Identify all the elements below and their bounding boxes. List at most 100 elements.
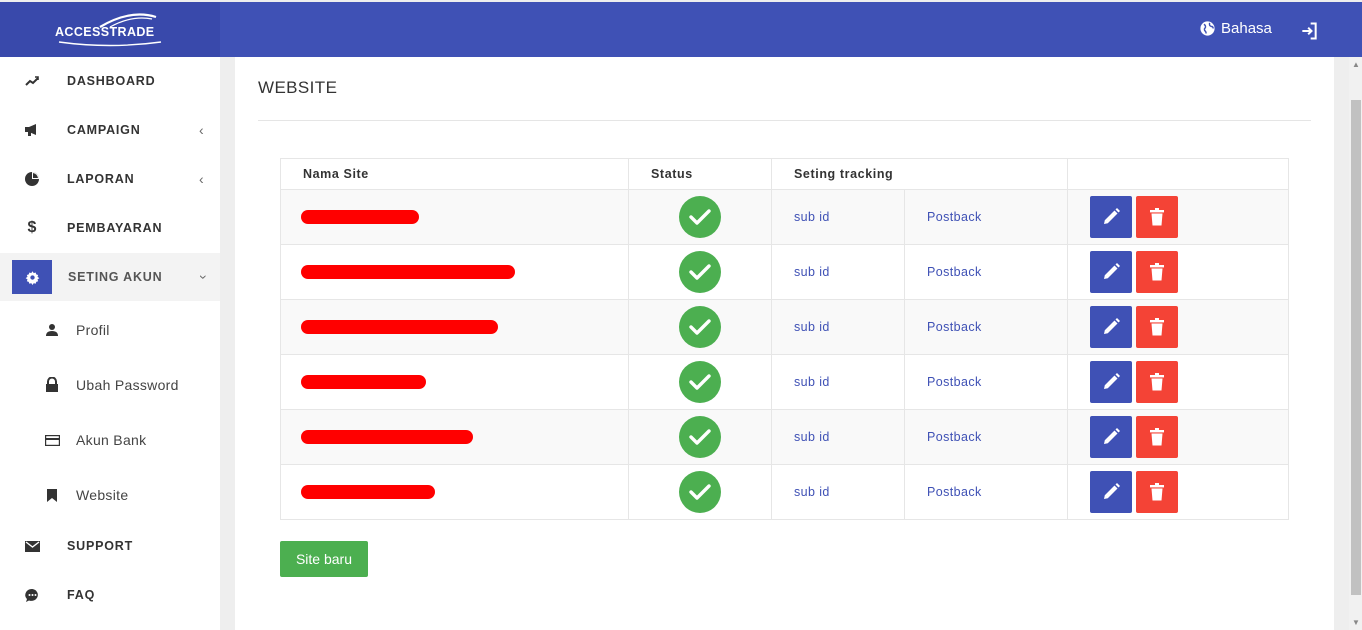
globe-icon [1200, 21, 1215, 36]
gear-icon [12, 260, 52, 294]
scrollbar-thumb[interactable] [1351, 100, 1361, 595]
edit-button[interactable] [1090, 361, 1132, 403]
sidebar-item-label: LAPORAN [67, 172, 135, 186]
sidebar-item-label: FAQ [67, 588, 96, 602]
sidebar-item-campaign[interactable]: CAMPAIGN ‹ [0, 106, 220, 154]
sidebar-subitem-ubah-password[interactable]: Ubah Password [0, 363, 220, 407]
column-header-actions [1067, 158, 1289, 190]
main-content: WEBSITE Nama Site Status Seting tracking… [235, 57, 1334, 630]
trash-icon [1150, 373, 1164, 391]
edit-button[interactable] [1090, 416, 1132, 458]
table-row: sub id Postback [280, 189, 1289, 245]
postback-link[interactable]: Postback [905, 375, 982, 389]
scroll-down-icon[interactable]: ▼ [1351, 618, 1361, 628]
status-active-check-icon[interactable] [679, 361, 721, 403]
site-name-cell [280, 409, 629, 465]
postback-cell: Postback [904, 354, 1068, 410]
subid-cell: sub id [771, 244, 905, 300]
status-active-check-icon[interactable] [679, 251, 721, 293]
sidebar-item-label: PEMBAYARAN [67, 221, 163, 235]
sidebar: DASHBOARD CAMPAIGN ‹ LAPORAN ‹ $ PEMBAYA… [0, 57, 220, 630]
top-bar: ACCESSTRADE Bahasa [0, 2, 1362, 57]
pencil-icon [1104, 208, 1120, 224]
status-active-check-icon[interactable] [679, 196, 721, 238]
sidebar-item-laporan[interactable]: LAPORAN ‹ [0, 155, 220, 203]
sidebar-item-label: DASHBOARD [67, 74, 156, 88]
lock-icon [44, 377, 60, 393]
postback-link[interactable]: Postback [905, 485, 982, 499]
edit-button[interactable] [1090, 251, 1132, 293]
chevron-left-icon: ‹ [199, 122, 204, 138]
column-header-seting-tracking: Seting tracking [771, 158, 1068, 190]
sidebar-item-seting-akun[interactable]: SETING AKUN ‹ [0, 253, 220, 301]
new-site-button[interactable]: Site baru [280, 541, 368, 577]
trash-icon [1150, 263, 1164, 281]
postback-link[interactable]: Postback [905, 265, 982, 279]
subid-link[interactable]: sub id [772, 210, 830, 224]
delete-button[interactable] [1136, 196, 1178, 238]
postback-link[interactable]: Postback [905, 430, 982, 444]
actions-cell [1067, 189, 1289, 245]
actions-cell [1067, 354, 1289, 410]
edit-button[interactable] [1090, 306, 1132, 348]
sidebar-subitem-label: Ubah Password [76, 377, 179, 393]
sidebar-subitem-profil[interactable]: Profil [0, 308, 220, 352]
subid-link[interactable]: sub id [772, 320, 830, 334]
mail-icon [24, 538, 40, 554]
sidebar-item-dashboard[interactable]: DASHBOARD [0, 57, 220, 105]
table-header-row: Nama Site Status Seting tracking [280, 158, 1289, 190]
logout-button[interactable] [1299, 21, 1319, 46]
sidebar-subitem-website[interactable]: Website [0, 473, 220, 517]
sidebar-item-pembayaran[interactable]: $ PEMBAYARAN [0, 204, 220, 252]
sidebar-item-support[interactable]: SUPPORT [0, 522, 220, 570]
status-active-check-icon[interactable] [679, 416, 721, 458]
delete-button[interactable] [1136, 306, 1178, 348]
actions-cell [1067, 464, 1289, 520]
sidebar-item-faq[interactable]: FAQ [0, 571, 220, 619]
status-cell [628, 244, 772, 300]
subid-link[interactable]: sub id [772, 375, 830, 389]
divider [258, 120, 1311, 121]
postback-link[interactable]: Postback [905, 320, 982, 334]
subid-link[interactable]: sub id [772, 430, 830, 444]
status-active-check-icon[interactable] [679, 471, 721, 513]
status-cell [628, 354, 772, 410]
trash-icon [1150, 208, 1164, 226]
site-name-cell [280, 354, 629, 410]
postback-link[interactable]: Postback [905, 210, 982, 224]
delete-button[interactable] [1136, 416, 1178, 458]
status-active-check-icon[interactable] [679, 306, 721, 348]
postback-cell: Postback [904, 244, 1068, 300]
logo-text: ACCESSTRADE [55, 25, 155, 39]
redacted-site-name [301, 265, 515, 279]
site-name-cell [280, 189, 629, 245]
actions-cell [1067, 244, 1289, 300]
subid-link[interactable]: sub id [772, 485, 830, 499]
postback-cell: Postback [904, 299, 1068, 355]
scroll-up-icon[interactable]: ▲ [1351, 60, 1361, 70]
status-cell [628, 464, 772, 520]
trash-icon [1150, 318, 1164, 336]
credit-card-icon [44, 432, 60, 448]
sidebar-subitem-label: Website [76, 487, 129, 503]
redacted-site-name [301, 320, 498, 334]
table-row: sub id Postback [280, 299, 1289, 355]
subid-cell: sub id [771, 409, 905, 465]
logo[interactable]: ACCESSTRADE [0, 2, 220, 57]
redacted-site-name [301, 485, 435, 499]
trending-up-icon [24, 73, 40, 89]
subid-link[interactable]: sub id [772, 265, 830, 279]
sidebar-item-label: SUPPORT [67, 539, 134, 553]
sidebar-subitem-akun-bank[interactable]: Akun Bank [0, 418, 220, 462]
delete-button[interactable] [1136, 471, 1178, 513]
edit-button[interactable] [1090, 196, 1132, 238]
pencil-icon [1104, 373, 1120, 389]
delete-button[interactable] [1136, 251, 1178, 293]
postback-cell: Postback [904, 189, 1068, 245]
edit-button[interactable] [1090, 471, 1132, 513]
delete-button[interactable] [1136, 361, 1178, 403]
sidebar-item-label: CAMPAIGN [67, 123, 141, 137]
site-name-cell [280, 464, 629, 520]
trash-icon [1150, 428, 1164, 446]
language-selector[interactable]: Bahasa [1199, 20, 1272, 37]
